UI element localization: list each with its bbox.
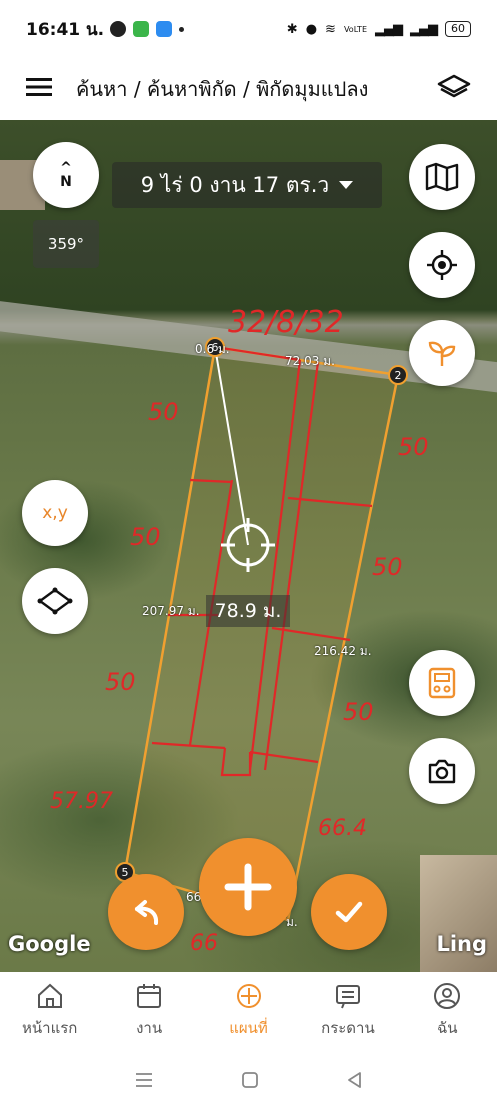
- heading-readout: 359°: [33, 220, 99, 268]
- app-bar: ค้นหา / ค้นหาพิกัด / พิกัดมุมแปลง: [0, 58, 497, 120]
- carrier-label: VoLTE: [343, 24, 367, 34]
- nav-item-profile[interactable]: ฉัน: [398, 972, 497, 1050]
- measure-top: 72.03 ม.: [285, 354, 335, 368]
- vertex-marker-2: 2: [388, 365, 408, 385]
- add-point-button[interactable]: [199, 838, 297, 936]
- handwritten-note: 50: [343, 698, 374, 726]
- profile-icon: [434, 983, 461, 1009]
- nav-label: กระดาน: [321, 1019, 375, 1037]
- nav-item-home[interactable]: หน้าแรก: [0, 972, 99, 1050]
- system-icons: ✱ ● ≋ VoLTE ▂▄▆ ▂▄▆ 60: [287, 21, 471, 37]
- chevron-down-icon: [339, 181, 354, 189]
- app-notification-icon-2: [156, 21, 173, 37]
- signal-icon: ▂▄▆: [375, 21, 403, 37]
- google-logo: Google: [8, 932, 91, 956]
- area-label: 9 ไร่ 0 งาน 17 ตร.ว: [140, 172, 330, 197]
- wifi-icon: ≋: [325, 21, 336, 37]
- handwritten-note: 50: [148, 398, 179, 426]
- measure-center: 78.9 ม.: [206, 595, 290, 627]
- app-notification-icon: [133, 21, 150, 37]
- xy-coordinate-button[interactable]: x,y: [22, 480, 88, 546]
- nav-item-map[interactable]: แผนที่: [199, 972, 298, 1050]
- status-time: 16:41 น.: [26, 19, 105, 40]
- more-notifications-icon: [179, 26, 185, 32]
- calculator-button[interactable]: [409, 650, 475, 716]
- signal-icon-2: ▂▄▆: [410, 21, 438, 37]
- compass-button[interactable]: ^ N: [33, 142, 99, 208]
- nav-item-board[interactable]: กระดาน: [298, 972, 397, 1050]
- plus-icon: [224, 863, 272, 911]
- undo-button[interactable]: [108, 874, 184, 950]
- measure-bottom-right: ม.: [286, 915, 298, 929]
- handwritten-note: 66: [190, 931, 218, 956]
- breadcrumb-title: ค้นหา / ค้นหาพิกัด / พิกัดมุมแปลง: [76, 77, 369, 101]
- handwritten-note: 50: [130, 523, 161, 551]
- nav-label: งาน: [136, 1019, 163, 1037]
- my-location-button[interactable]: [409, 232, 475, 298]
- handwritten-note: 66.4: [318, 816, 367, 841]
- nav-label: แผนที่: [229, 1019, 268, 1037]
- notification-icons: [110, 21, 185, 37]
- satellite-map[interactable]: 6 2 5 32/8/32 50 50 50 50 50 50 57.97 66…: [0, 120, 497, 972]
- status-bar: 16:41 น. ✱ ● ≋ VoLTE ▂▄▆ ▂▄▆ 60: [0, 0, 497, 58]
- messenger-icon: [110, 21, 127, 37]
- compass-letter: N: [60, 174, 72, 190]
- crosshair-target-icon: [427, 250, 457, 280]
- undo-icon: [135, 900, 159, 925]
- home-button-icon[interactable]: [240, 1070, 260, 1090]
- recent-apps-icon[interactable]: [133, 1071, 155, 1089]
- bluetooth-icon: ✱: [286, 21, 298, 37]
- system-nav-bar: [0, 1050, 497, 1110]
- check-icon: [335, 901, 363, 923]
- map-icon: [425, 162, 459, 192]
- nav-label: หน้าแรก: [22, 1019, 78, 1037]
- handwritten-note: 32/8/32: [228, 305, 344, 340]
- confirm-button[interactable]: [311, 874, 387, 950]
- north-arrow-icon: ^: [60, 160, 72, 176]
- battery-indicator: 60: [445, 21, 471, 37]
- handwritten-note: 50: [105, 668, 136, 696]
- handwritten-note: 50: [372, 553, 403, 581]
- bottom-nav: หน้าแรก งาน แผนที่ กระดาน ฉัน: [0, 972, 497, 1050]
- nav-label: ฉัน: [437, 1019, 458, 1037]
- camera-icon: [428, 759, 456, 784]
- home-icon: [37, 983, 62, 1008]
- polygon-icon: [37, 587, 73, 615]
- sprout-icon: [428, 341, 456, 366]
- plant-layer-button[interactable]: [409, 320, 475, 386]
- board-icon: [335, 985, 360, 1009]
- camera-button[interactable]: [409, 738, 475, 804]
- measure-right: 216.42 ม.: [314, 644, 372, 658]
- location-icon: ●: [305, 21, 318, 37]
- measure-top-left: 0.6 ม.: [195, 342, 230, 356]
- polygon-tool-button[interactable]: [22, 568, 88, 634]
- handwritten-note: 57.97: [50, 789, 113, 814]
- menu-icon[interactable]: [26, 77, 52, 101]
- nav-item-tasks[interactable]: งาน: [99, 972, 198, 1050]
- measure-left: 207.97 ม.: [142, 604, 200, 618]
- vertex-label: 5: [122, 866, 129, 879]
- calendar-icon: [137, 984, 162, 1008]
- vertex-label: 2: [395, 369, 402, 382]
- back-icon[interactable]: [345, 1070, 365, 1090]
- map-view-button[interactable]: [409, 144, 475, 210]
- map-plus-icon: [236, 984, 261, 1008]
- ling-watermark: Ling: [436, 932, 487, 956]
- calculator-icon: [428, 667, 456, 699]
- area-selector[interactable]: 9 ไร่ 0 งาน 17 ตร.ว: [112, 162, 382, 208]
- layers-icon[interactable]: [437, 74, 471, 104]
- handwritten-note: 50: [398, 433, 429, 461]
